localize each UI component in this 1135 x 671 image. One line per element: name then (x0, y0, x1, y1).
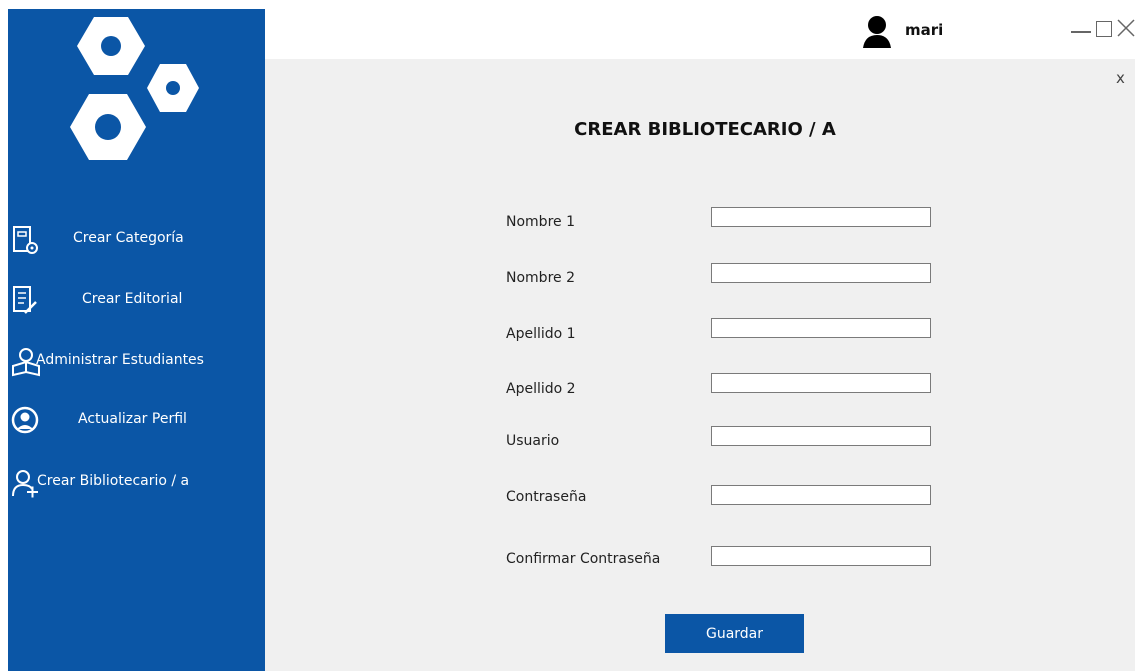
apellido1-input[interactable] (711, 318, 931, 338)
app-window: Crear Categoría Crear Editorial Administ… (8, 9, 1135, 671)
apellido2-input[interactable] (711, 373, 931, 393)
user-icon (863, 16, 891, 48)
confirmar-contrasena-input[interactable] (711, 546, 931, 566)
apellido2-label: Apellido 2 (506, 381, 576, 397)
nombre1-label: Nombre 1 (506, 214, 575, 230)
sidebar-item-administrar-estudiantes[interactable]: Administrar Estudiantes (8, 340, 265, 384)
sidebar-item-label: Actualizar Perfil (78, 411, 187, 427)
close-button[interactable]: x (1116, 69, 1125, 87)
sidebar-item-crear-editorial[interactable]: Crear Editorial (8, 279, 265, 323)
nombre2-label: Nombre 2 (506, 270, 575, 286)
usuario-label: Usuario (506, 433, 560, 449)
sidebar-item-actualizar-perfil[interactable]: Actualizar Perfil (8, 399, 265, 443)
save-button[interactable]: Guardar (665, 614, 804, 653)
top-bar: mari (265, 9, 1135, 59)
form-panel: x CREAR BIBLIOTECARIO / A Nombre 1 Nombr… (265, 59, 1135, 671)
sidebar-item-crear-bibliotecario[interactable]: Crear Bibliotecario / a (8, 461, 265, 505)
apellido1-label: Apellido 1 (506, 326, 576, 342)
usuario-input[interactable] (711, 426, 931, 446)
minimize-button[interactable] (1071, 31, 1091, 33)
user-name: mari (905, 21, 944, 39)
sidebar-item-label: Crear Editorial (82, 291, 183, 307)
nombre2-input[interactable] (711, 263, 931, 283)
sidebar-item-crear-categoria[interactable]: Crear Categoría (8, 218, 265, 262)
editorial-document-icon (13, 286, 37, 314)
sidebar: Crear Categoría Crear Editorial Administ… (8, 9, 265, 671)
gears-logo-icon (70, 17, 199, 160)
sidebar-item-label: Crear Categoría (73, 230, 184, 246)
sidebar-item-label: Administrar Estudiantes (36, 352, 204, 368)
maximize-button[interactable] (1096, 21, 1112, 37)
confirmar-contrasena-label: Confirmar Contraseña (506, 551, 661, 567)
sidebar-item-label: Crear Bibliotecario / a (37, 473, 190, 489)
window-close-icon[interactable] (1117, 19, 1135, 37)
nombre1-input[interactable] (711, 207, 931, 227)
page-title: CREAR BIBLIOTECARIO / A (574, 119, 836, 140)
contrasena-label: Contraseña (506, 489, 587, 505)
category-settings-icon (13, 226, 38, 254)
profile-update-icon (11, 406, 39, 434)
contrasena-input[interactable] (711, 485, 931, 505)
